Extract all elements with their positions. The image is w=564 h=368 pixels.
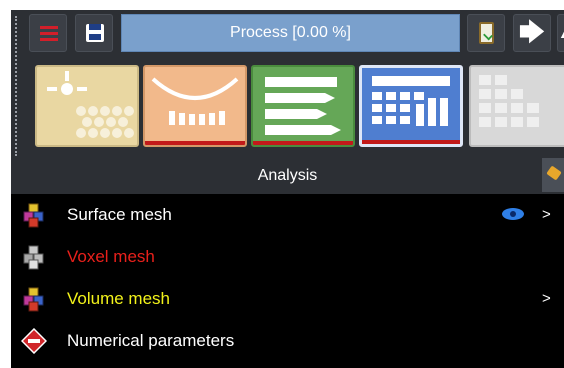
tree-item-surface-mesh[interactable]: Surface mesh > bbox=[11, 194, 564, 236]
tile-results[interactable] bbox=[469, 65, 564, 147]
up-button[interactable]: ▲ bbox=[557, 14, 564, 52]
pencil-list-icon bbox=[265, 77, 341, 135]
triangle-up-icon: ▲ bbox=[558, 25, 564, 41]
grey-grid-icon bbox=[479, 75, 539, 127]
clipboard-check-icon bbox=[479, 22, 494, 44]
tile-analysis-underline bbox=[362, 140, 460, 144]
cubes-icon bbox=[23, 287, 44, 312]
pin-icon[interactable] bbox=[542, 158, 564, 192]
analysis-tree: Surface mesh > Voxel mesh Volume mesh > … bbox=[11, 194, 564, 368]
tile-microstructure[interactable] bbox=[35, 65, 139, 147]
tree-item-label: Volume mesh bbox=[67, 289, 170, 308]
arrow-right-icon: 🡆 bbox=[518, 17, 546, 47]
save-button[interactable] bbox=[75, 14, 113, 52]
eye-icon[interactable] bbox=[501, 207, 525, 221]
tile-analysis[interactable] bbox=[359, 65, 463, 147]
clipboard-button[interactable] bbox=[467, 14, 505, 52]
tile-mesh-rules-underline bbox=[253, 141, 353, 145]
tile-geometry[interactable] bbox=[143, 65, 247, 147]
tab-analysis[interactable]: Analysis bbox=[11, 158, 564, 194]
tile-mesh-rules[interactable] bbox=[251, 65, 355, 147]
chevron-right-icon[interactable]: > bbox=[542, 194, 551, 236]
analysis-panel: Process [0.00 %] 🡆 ▲ bbox=[11, 10, 564, 368]
tree-item-numerical-parameters[interactable]: Numerical parameters bbox=[11, 320, 564, 362]
next-button[interactable]: 🡆 bbox=[513, 14, 551, 52]
sun-structure-icon bbox=[47, 71, 134, 138]
tree-item-volume-mesh[interactable]: Volume mesh > bbox=[11, 278, 564, 320]
tree-item-label: Numerical parameters bbox=[67, 331, 235, 350]
gray-cubes-icon bbox=[23, 245, 44, 270]
save-icon bbox=[86, 24, 104, 42]
tile-geometry-underline bbox=[145, 141, 245, 145]
grid-table-icon bbox=[372, 76, 450, 126]
tree-item-voxel-mesh[interactable]: Voxel mesh bbox=[11, 236, 564, 278]
tree-item-label: Surface mesh bbox=[67, 205, 172, 224]
cubes-icon bbox=[23, 203, 44, 228]
menu-button[interactable] bbox=[29, 14, 67, 52]
panel-grip-handle[interactable] bbox=[15, 16, 17, 156]
chevron-right-icon[interactable]: > bbox=[542, 278, 551, 320]
tree-item-label: Voxel mesh bbox=[67, 247, 155, 266]
curved-surface-icon bbox=[151, 77, 239, 125]
process-button[interactable]: Process [0.00 %] bbox=[121, 14, 460, 52]
menu-icon bbox=[40, 26, 58, 44]
red-diamond-icon bbox=[21, 328, 47, 354]
